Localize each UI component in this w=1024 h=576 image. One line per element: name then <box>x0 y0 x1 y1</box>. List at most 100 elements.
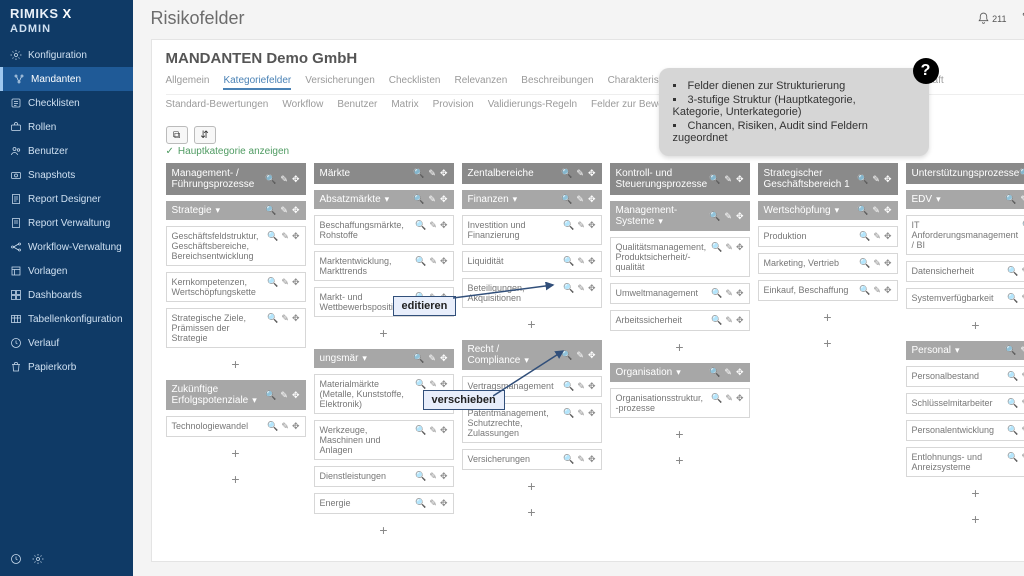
bell-icon[interactable]: 211 <box>977 12 1006 25</box>
search-icon[interactable]: 🔍 <box>563 408 574 438</box>
sidebar-item-snapshots[interactable]: Snapshots <box>0 163 133 187</box>
sidebar-item-papierkorb[interactable]: Papierkorb <box>0 355 133 379</box>
search-icon[interactable]: 🔍 <box>1007 398 1018 409</box>
sidebar-item-checklisten[interactable]: Checklisten <box>0 91 133 115</box>
subcategory-header[interactable]: Finanzen🔍✎✥ <box>462 190 602 209</box>
move-icon[interactable]: ✥ <box>292 277 300 297</box>
move-icon[interactable]: ✥ <box>292 390 300 401</box>
move-icon[interactable]: ✥ <box>440 256 448 276</box>
search-icon[interactable]: 🔍 <box>415 220 426 240</box>
search-icon[interactable]: 🔍 <box>857 205 868 216</box>
add-card-button[interactable]: + <box>906 483 1024 503</box>
edit-icon[interactable]: ✎ <box>724 367 732 378</box>
search-icon[interactable]: 🔍 <box>265 390 276 401</box>
search-icon[interactable]: 🔍 <box>1007 293 1018 304</box>
move-icon[interactable]: ✥ <box>292 205 300 216</box>
sidebar-item-benutzer[interactable]: Benutzer <box>0 139 133 163</box>
add-card-button[interactable]: + <box>166 354 306 374</box>
search-icon[interactable]: 🔍 <box>1005 194 1016 205</box>
move-icon[interactable]: ✥ <box>440 168 448 179</box>
search-icon[interactable]: 🔍 <box>413 353 424 364</box>
subcategory-header[interactable]: Zukünftige Erfolgspotenziale🔍✎✥ <box>166 380 306 410</box>
subcategory-header[interactable]: Personal🔍✎✥ <box>906 341 1024 360</box>
search-icon[interactable]: 🔍 <box>1019 168 1024 179</box>
search-icon[interactable]: 🔍 <box>857 174 868 185</box>
search-icon[interactable]: 🔍 <box>561 168 572 179</box>
search-icon[interactable]: 🔍 <box>709 367 720 378</box>
sidebar-item-vorlagen[interactable]: Vorlagen <box>0 259 133 283</box>
move-icon[interactable]: ✥ <box>884 174 892 185</box>
move-icon[interactable]: ✥ <box>588 256 596 267</box>
card[interactable]: Qualitätsmanagement, Produktsicherheit/-… <box>610 237 750 277</box>
subcategory-header[interactable]: Wertschöpfung🔍✎✥ <box>758 201 898 220</box>
card[interactable]: Umweltmanagement🔍✎✥ <box>610 283 750 304</box>
card[interactable]: Dienstleistungen🔍✎✥ <box>314 466 454 487</box>
move-icon[interactable]: ✥ <box>292 421 300 432</box>
search-icon[interactable]: 🔍 <box>709 211 720 222</box>
column-header[interactable]: Strategischer Geschäftsbereich 1🔍✎✥ <box>758 163 898 195</box>
add-card-button[interactable]: + <box>610 424 750 444</box>
card[interactable]: Marktentwicklung, Markttrends🔍✎✥ <box>314 251 454 281</box>
toolbar-layout-icon[interactable]: ⧉ <box>166 126 188 144</box>
move-icon[interactable]: ✥ <box>292 313 300 343</box>
move-icon[interactable]: ✥ <box>440 194 448 205</box>
edit-icon[interactable]: ✎ <box>873 258 881 269</box>
subcategory-header[interactable]: EDV🔍✎✥ <box>906 190 1024 209</box>
card[interactable]: Datensicherheit🔍✎✥ <box>906 261 1024 282</box>
edit-icon[interactable]: ✎ <box>281 421 289 432</box>
edit-icon[interactable]: ✎ <box>280 205 288 216</box>
card[interactable]: Schlüsselmitarbeiter🔍✎✥ <box>906 393 1024 414</box>
column-header[interactable]: Unterstützungsprozesse🔍✎✥ <box>906 163 1024 184</box>
card[interactable]: Produktion🔍✎✥ <box>758 226 898 247</box>
card[interactable]: Beschaffungsmärkte, Rohstoffe🔍✎✥ <box>314 215 454 245</box>
column-header[interactable]: Märkte🔍✎✥ <box>314 163 454 184</box>
help-icon[interactable]: ? <box>913 58 939 84</box>
search-icon[interactable]: 🔍 <box>265 174 276 185</box>
move-icon[interactable]: ✥ <box>736 211 744 222</box>
move-icon[interactable]: ✥ <box>588 454 596 465</box>
move-icon[interactable]: ✥ <box>736 242 744 272</box>
tab-standard-bewertungen[interactable]: Standard-Bewertungen <box>166 97 269 112</box>
edit-icon[interactable]: ✎ <box>429 498 437 509</box>
card[interactable]: Marketing, Vertrieb🔍✎✥ <box>758 253 898 274</box>
search-icon[interactable]: 🔍 <box>267 313 278 343</box>
move-icon[interactable]: ✥ <box>292 231 300 261</box>
move-icon[interactable]: ✥ <box>588 350 596 361</box>
card[interactable]: Kernkompetenzen, Wertschöpfungskette🔍✎✥ <box>166 272 306 302</box>
edit-icon[interactable]: ✎ <box>281 231 289 261</box>
search-icon[interactable]: 🔍 <box>563 220 574 240</box>
add-card-button[interactable]: + <box>166 443 306 463</box>
search-icon[interactable]: 🔍 <box>561 194 572 205</box>
move-icon[interactable]: ✥ <box>440 471 448 482</box>
column-header[interactable]: Zentalbereiche🔍✎✥ <box>462 163 602 184</box>
edit-icon[interactable]: ✎ <box>872 205 880 216</box>
edit-icon[interactable]: ✎ <box>577 283 585 303</box>
search-icon[interactable]: 🔍 <box>859 258 870 269</box>
search-icon[interactable]: 🔍 <box>1007 452 1018 472</box>
card[interactable]: Versicherungen🔍✎✥ <box>462 449 602 470</box>
add-subcategory-button[interactable]: + <box>610 450 750 470</box>
search-icon[interactable]: 🔍 <box>267 421 278 432</box>
edit-icon[interactable]: ✎ <box>429 256 437 276</box>
search-icon[interactable]: 🔍 <box>267 231 278 261</box>
edit-icon[interactable]: ✎ <box>725 288 733 299</box>
card[interactable]: Energie🔍✎✥ <box>314 493 454 514</box>
edit-icon[interactable]: ✎ <box>873 231 881 242</box>
edit-icon[interactable]: ✎ <box>725 393 733 413</box>
subcategory-header[interactable]: Management-Systeme🔍✎✥ <box>610 201 750 231</box>
move-icon[interactable]: ✥ <box>440 425 448 455</box>
subcategory-header[interactable]: Recht / Compliance🔍✎✥ <box>462 340 602 370</box>
move-icon[interactable]: ✥ <box>884 231 892 242</box>
edit-icon[interactable]: ✎ <box>576 350 584 361</box>
sidebar-item-tabellenkonfiguration[interactable]: Tabellenkonfiguration <box>0 307 133 331</box>
search-icon[interactable]: 🔍 <box>561 350 572 361</box>
add-card-button[interactable]: + <box>314 323 454 343</box>
move-icon[interactable]: ✥ <box>736 367 744 378</box>
card[interactable]: Entlohnungs- und Anreizsysteme🔍✎✥ <box>906 447 1024 477</box>
subcategory-header[interactable]: Absatzmärkte🔍✎✥ <box>314 190 454 209</box>
add-card-button[interactable]: + <box>758 307 898 327</box>
move-icon[interactable]: ✥ <box>588 168 596 179</box>
tab-allgemein[interactable]: Allgemein <box>166 73 210 90</box>
card[interactable]: Organisationsstruktur, -prozesse🔍✎✥ <box>610 388 750 418</box>
edit-icon[interactable]: ✎ <box>1020 345 1024 356</box>
